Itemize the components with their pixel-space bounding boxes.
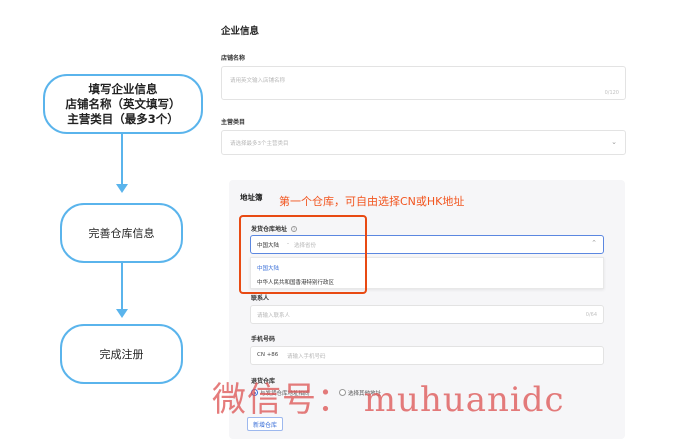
flow-step-fill-company-info: 填写企业信息 店铺名称（英文填写） 主营类目（最多3个）: [43, 74, 203, 134]
store-name-counter: 0/120: [604, 90, 619, 96]
address-book-title: 地址簿: [240, 193, 263, 202]
flow-step-complete-registration: 完成注册: [60, 324, 183, 384]
wechat-watermark: 微信号： muhuanidc: [212, 380, 565, 420]
flow-step3-label: 完成注册: [99, 347, 144, 361]
phone-label: 手机号码: [251, 336, 276, 343]
store-name-input[interactable]: 请用英文输入店铺名称 0/120: [221, 66, 626, 100]
category-placeholder: 请选择最多3个主营类目: [230, 141, 289, 147]
contact-counter: 0/64: [585, 312, 597, 318]
contact-input[interactable]: 请输入联系人 0/64: [250, 305, 604, 324]
flow-step1-line1: 填写企业信息: [88, 81, 158, 96]
highlight-box: [239, 215, 367, 294]
flow-step-complete-warehouse: 完善仓库信息: [60, 203, 183, 263]
chevron-up-icon: ⌃: [591, 239, 597, 247]
flow-step1-line2: 店铺名称（英文填写）: [65, 96, 181, 111]
flow-step1-line3: 主营类目（最多3个）: [67, 111, 179, 126]
flow-arrow-1-line: [121, 134, 123, 184]
flow-arrow-1-head: [116, 184, 128, 193]
flow-step2-label: 完善仓库信息: [88, 226, 155, 240]
category-label: 主营类目: [221, 119, 246, 126]
chevron-down-icon: ⌄: [611, 138, 617, 146]
store-name-placeholder: 请用英文输入店铺名称: [230, 78, 286, 84]
flow-arrow-2-line: [121, 263, 123, 309]
contact-placeholder: 请输入联系人: [257, 313, 291, 319]
contact-label: 联系人: [251, 295, 270, 302]
flow-arrow-2-head: [116, 309, 128, 318]
store-name-label: 店铺名称: [221, 55, 246, 62]
phone-placeholder: 请输入手机号码: [287, 354, 326, 360]
section-title-company-info: 企业信息: [221, 26, 260, 37]
phone-country-code[interactable]: CN +86: [257, 352, 278, 358]
phone-input[interactable]: CN +86 请输入手机号码: [250, 346, 604, 365]
category-select[interactable]: 请选择最多3个主营类目 ⌄: [221, 130, 626, 155]
warehouse-annotation: 第一个仓库，可自由选择CN或HK地址: [279, 195, 465, 208]
